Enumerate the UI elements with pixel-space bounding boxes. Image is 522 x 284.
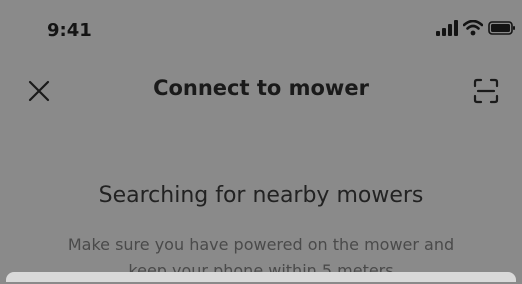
search-heading: Searching for nearby mowers	[98, 183, 424, 208]
bottom-sheet-edge	[6, 272, 516, 282]
page-title: Connect to mower	[153, 76, 369, 100]
signal-icon	[436, 20, 458, 36]
status-bar: 9:41	[0, 0, 522, 60]
instructions-line-1: Make sure you have powered on the mower …	[67, 235, 455, 254]
status-icons	[408, 20, 515, 40]
status-time: 9:41	[47, 20, 92, 41]
battery-icon	[488, 21, 515, 35]
wifi-icon	[463, 20, 483, 36]
scan-icon	[473, 78, 499, 104]
scan-button[interactable]	[470, 75, 502, 107]
nav-bar: Connect to mower	[0, 62, 522, 120]
